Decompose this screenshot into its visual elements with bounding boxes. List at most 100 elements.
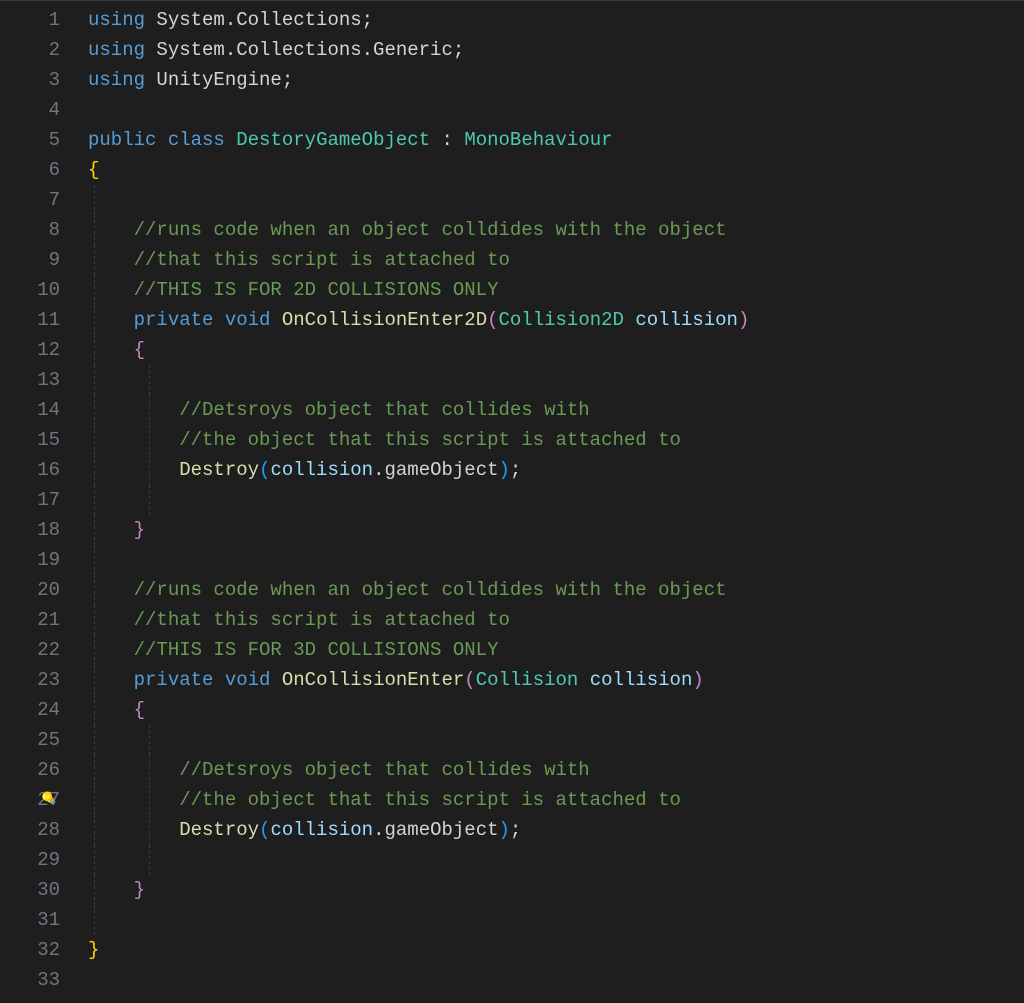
code-line[interactable]: { <box>88 155 1024 185</box>
indent-space <box>88 729 134 751</box>
token-kw: public <box>88 129 156 151</box>
token-punct <box>270 309 281 331</box>
indent-space <box>88 639 134 661</box>
indent-space <box>88 459 179 481</box>
line-number: 25 <box>0 725 60 755</box>
token-comment: //THIS IS FOR 2D COLLISIONS ONLY <box>134 279 499 301</box>
token-punctP: { <box>134 339 145 361</box>
code-line[interactable]: } <box>88 875 1024 905</box>
code-line[interactable]: //runs code when an object colldides wit… <box>88 215 1024 245</box>
indent-space <box>88 819 179 841</box>
token-type: Collision2D <box>499 309 624 331</box>
indent-space <box>88 699 134 721</box>
code-line[interactable]: //Detsroys object that collides with <box>88 755 1024 785</box>
token-method: OnCollisionEnter <box>282 669 464 691</box>
indent-space <box>88 519 134 541</box>
indent-guide <box>149 365 150 395</box>
line-number: 21 <box>0 605 60 635</box>
token-param: collision <box>635 309 738 331</box>
code-line[interactable]: } <box>88 515 1024 545</box>
line-number: 22 <box>0 635 60 665</box>
line-number: 1 <box>0 5 60 35</box>
indent-space <box>88 369 134 391</box>
line-number: 13 <box>0 365 60 395</box>
token-param: collision <box>270 819 373 841</box>
line-number: 11 <box>0 305 60 335</box>
indent-space <box>88 759 179 781</box>
code-line[interactable]: private void OnCollisionEnter(Collision … <box>88 665 1024 695</box>
token-comment: //the object that this script is attache… <box>179 789 681 811</box>
code-line[interactable]: //the object that this script is attache… <box>88 785 1024 815</box>
line-number: 9 <box>0 245 60 275</box>
code-line[interactable]: //THIS IS FOR 3D COLLISIONS ONLY <box>88 635 1024 665</box>
code-line[interactable] <box>88 485 1024 515</box>
indent-space <box>88 609 134 631</box>
code-line[interactable] <box>88 545 1024 575</box>
code-line[interactable]: Destroy(collision.gameObject); <box>88 455 1024 485</box>
code-line[interactable] <box>88 725 1024 755</box>
token-method: Destroy <box>179 819 259 841</box>
indent-space <box>88 249 134 271</box>
code-line[interactable]: //runs code when an object colldides wit… <box>88 575 1024 605</box>
code-line[interactable] <box>88 845 1024 875</box>
token-kw: private <box>134 309 214 331</box>
token-method: Destroy <box>179 459 259 481</box>
code-line[interactable] <box>88 95 1024 125</box>
code-line[interactable]: { <box>88 335 1024 365</box>
code-line[interactable]: //THIS IS FOR 2D COLLISIONS ONLY <box>88 275 1024 305</box>
code-line[interactable]: //the object that this script is attache… <box>88 425 1024 455</box>
indent-guide <box>94 185 95 215</box>
code-line[interactable]: { <box>88 695 1024 725</box>
code-line[interactable] <box>88 905 1024 935</box>
token-punctP: ( <box>464 669 475 691</box>
lightbulb-icon[interactable]: 💡 <box>34 783 68 817</box>
indent-space <box>88 339 134 361</box>
token-comment: //that this script is attached to <box>134 609 510 631</box>
token-punct <box>156 129 167 151</box>
code-line[interactable] <box>88 185 1024 215</box>
token-punct: : <box>430 129 464 151</box>
indent-guide <box>94 905 95 935</box>
code-editor[interactable]: 1234567891011121314151617181920212223242… <box>0 0 1024 1003</box>
line-number: 6 <box>0 155 60 185</box>
token-kw: using <box>88 69 145 91</box>
code-line[interactable]: using System.Collections; <box>88 5 1024 35</box>
code-line[interactable]: //that this script is attached to <box>88 245 1024 275</box>
indent-space <box>88 789 179 811</box>
token-comment: //Detsroys object that collides with <box>179 759 589 781</box>
token-punct <box>213 309 224 331</box>
code-line[interactable] <box>88 365 1024 395</box>
token-punctP: ( <box>487 309 498 331</box>
code-line[interactable]: using UnityEngine; <box>88 65 1024 95</box>
token-punctB: ) <box>499 459 510 481</box>
token-comment: //that this script is attached to <box>134 249 510 271</box>
token-comment: //THIS IS FOR 3D COLLISIONS ONLY <box>134 639 499 661</box>
token-punctP: } <box>134 879 145 901</box>
token-punct: ; <box>510 459 521 481</box>
code-line[interactable]: //Detsroys object that collides with <box>88 395 1024 425</box>
token-ns: System.Collections; <box>145 9 373 31</box>
code-line[interactable]: Destroy(collision.gameObject); <box>88 815 1024 845</box>
token-type: MonoBehaviour <box>464 129 612 151</box>
code-line[interactable]: using System.Collections.Generic; <box>88 35 1024 65</box>
token-type: DestoryGameObject <box>236 129 430 151</box>
token-punctP: { <box>134 699 145 721</box>
code-line[interactable]: } <box>88 935 1024 965</box>
token-kw: void <box>225 669 271 691</box>
code-line[interactable]: //that this script is attached to <box>88 605 1024 635</box>
indent-space <box>88 579 134 601</box>
line-number: 2 <box>0 35 60 65</box>
code-line[interactable] <box>88 965 1024 995</box>
code-line[interactable]: private void OnCollisionEnter2D(Collisio… <box>88 305 1024 335</box>
line-number: 20 <box>0 575 60 605</box>
code-line[interactable]: public class DestoryGameObject : MonoBeh… <box>88 125 1024 155</box>
token-punct: . <box>373 459 384 481</box>
token-param: collision <box>270 459 373 481</box>
line-number: 3 <box>0 65 60 95</box>
indent-guide <box>149 845 150 875</box>
token-kw: using <box>88 9 145 31</box>
line-number: 28 <box>0 815 60 845</box>
indent-space <box>88 219 134 241</box>
code-area[interactable]: using System.Collections;using System.Co… <box>68 1 1024 1003</box>
token-comment: //Detsroys object that collides with <box>179 399 589 421</box>
